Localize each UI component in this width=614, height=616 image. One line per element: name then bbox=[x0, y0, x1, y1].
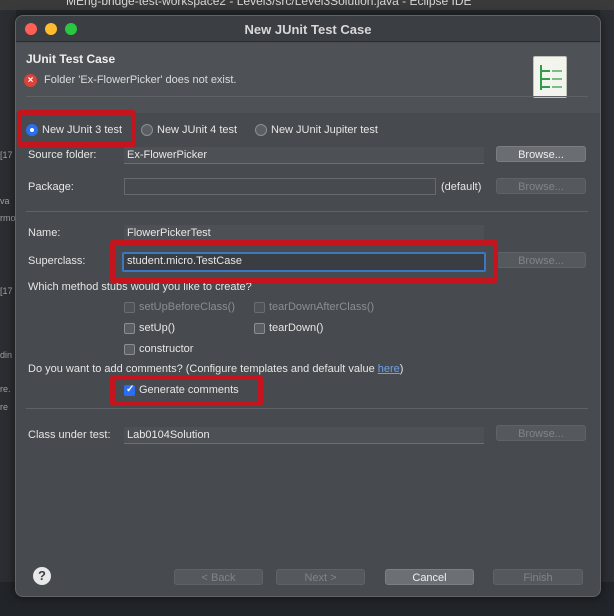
bg-fragment: re bbox=[0, 402, 9, 412]
header-title: JUnit Test Case bbox=[26, 52, 116, 66]
superclass-input[interactable]: student.micro.TestCase bbox=[122, 252, 486, 272]
back-button[interactable]: < Back bbox=[174, 569, 263, 585]
superclass-label: Superclass: bbox=[28, 255, 86, 267]
checkbox-label: setUp() bbox=[139, 322, 176, 334]
junit-banner-icon bbox=[533, 56, 567, 98]
radio-indicator bbox=[26, 124, 38, 136]
source-folder-browse-button[interactable]: Browse... bbox=[496, 146, 586, 162]
error-message: Folder 'Ex-FlowerPicker' does not exist. bbox=[44, 74, 237, 86]
checkbox-label: tearDown() bbox=[269, 322, 324, 334]
radio-junit4[interactable]: New JUnit 4 test bbox=[141, 123, 237, 137]
name-input[interactable]: FlowerPickerTest bbox=[124, 225, 484, 242]
section-separator bbox=[26, 211, 588, 212]
bg-fragment: rmo bbox=[0, 213, 16, 223]
workbench-titlebar: MEng-bridge-test-workspace2 - Level3/src… bbox=[0, 0, 614, 10]
source-folder-label: Source folder: bbox=[28, 149, 97, 161]
checkbox-label: Generate comments bbox=[139, 384, 239, 396]
teardown-checkbox[interactable]: tearDown() bbox=[254, 321, 323, 335]
comments-question-text: Do you want to add comments? (Configure … bbox=[28, 363, 378, 375]
header-separator bbox=[26, 96, 588, 97]
checkbox-label: tearDownAfterClass() bbox=[269, 301, 375, 313]
bg-fragment: [17 bbox=[0, 150, 13, 160]
class-under-test-browse-button[interactable]: Browse... bbox=[496, 425, 586, 441]
package-label: Package: bbox=[28, 181, 74, 193]
help-icon[interactable]: ? bbox=[33, 567, 51, 585]
radio-indicator bbox=[255, 124, 267, 136]
checkbox-box bbox=[124, 384, 135, 396]
bg-fragment: din bbox=[0, 350, 13, 360]
dialog-titlebar: New JUnit Test Case bbox=[16, 16, 600, 42]
package-browse-button[interactable]: Browse... bbox=[496, 178, 586, 194]
source-folder-input[interactable]: Ex-FlowerPicker bbox=[124, 147, 484, 164]
radio-junit4-label: New JUnit 4 test bbox=[157, 124, 238, 136]
teardown-after-class-checkbox[interactable]: tearDownAfterClass() bbox=[254, 300, 374, 314]
setup-before-class-checkbox[interactable]: setUpBeforeClass() bbox=[124, 300, 235, 314]
new-junit-dialog: New JUnit Test Case JUnit Test Case × Fo… bbox=[15, 15, 601, 597]
workbench-left-panel: [17 va rmo [17 din re. re bbox=[0, 10, 16, 616]
name-label: Name: bbox=[28, 227, 61, 239]
next-button[interactable]: Next > bbox=[276, 569, 365, 585]
class-under-test-input[interactable]: Lab0104Solution bbox=[124, 427, 484, 444]
class-under-test-label: Class under test: bbox=[28, 429, 111, 441]
error-icon: × bbox=[24, 74, 37, 87]
checkbox-box bbox=[124, 322, 135, 334]
checkbox-box bbox=[124, 301, 135, 313]
checkbox-box bbox=[254, 322, 265, 334]
bg-fragment: [17 bbox=[0, 286, 13, 296]
stubs-question: Which method stubs would you like to cre… bbox=[28, 281, 252, 293]
bg-fragment: re. bbox=[0, 384, 11, 394]
constructor-checkbox[interactable]: constructor bbox=[124, 342, 193, 356]
package-default-label: (default) bbox=[441, 181, 482, 193]
finish-button[interactable]: Finish bbox=[493, 569, 583, 585]
cancel-button[interactable]: Cancel bbox=[385, 569, 474, 585]
radio-indicator bbox=[141, 124, 153, 136]
radio-jupiter[interactable]: New JUnit Jupiter test bbox=[255, 123, 378, 137]
generate-comments-checkbox[interactable]: Generate comments bbox=[124, 383, 239, 397]
bg-fragment: va bbox=[0, 196, 10, 206]
setup-checkbox[interactable]: setUp() bbox=[124, 321, 175, 335]
package-input[interactable] bbox=[124, 178, 436, 195]
checkbox-box bbox=[124, 343, 135, 355]
configure-templates-link[interactable]: here bbox=[378, 363, 400, 375]
checkbox-label: setUpBeforeClass() bbox=[139, 301, 235, 313]
checkbox-box bbox=[254, 301, 265, 313]
superclass-browse-button[interactable]: Browse... bbox=[496, 252, 586, 268]
dialog-title: New JUnit Test Case bbox=[244, 22, 372, 37]
radio-junit3[interactable]: New JUnit 3 test bbox=[26, 123, 122, 137]
section-separator bbox=[26, 408, 588, 409]
comments-question-end: ) bbox=[399, 363, 404, 375]
comments-question: Do you want to add comments? (Configure … bbox=[28, 363, 403, 375]
radio-junit3-label: New JUnit 3 test bbox=[42, 124, 123, 136]
workbench-title: MEng-bridge-test-workspace2 - Level3/src… bbox=[66, 0, 472, 8]
radio-jupiter-label: New JUnit Jupiter test bbox=[271, 124, 378, 136]
checkbox-label: constructor bbox=[139, 343, 194, 355]
workbench-right-panel bbox=[600, 10, 614, 616]
